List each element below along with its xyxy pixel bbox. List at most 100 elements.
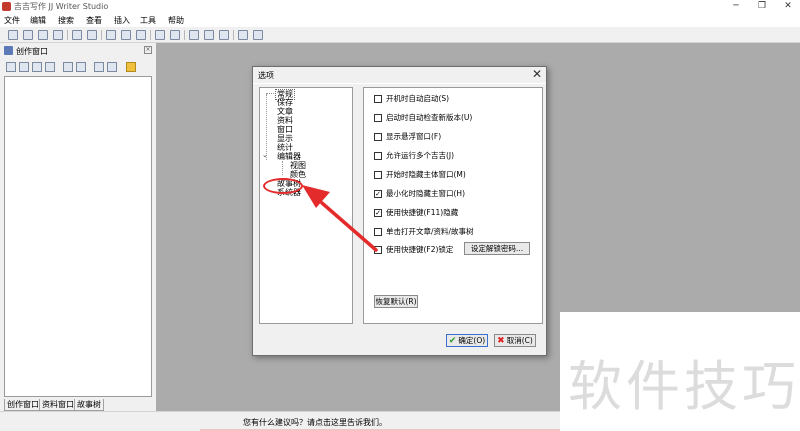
- maximize-button[interactable]: ❐: [748, 0, 776, 13]
- save-all-icon[interactable]: [23, 30, 33, 40]
- dialog-title: 选项: [258, 71, 274, 80]
- properties-icon[interactable]: [63, 62, 73, 72]
- panel-toolbar: [0, 60, 156, 75]
- new-folder-icon[interactable]: [19, 62, 29, 72]
- lock-icon[interactable]: [126, 62, 136, 72]
- hide-on-minimize-checkbox[interactable]: ✓: [374, 190, 382, 198]
- print-icon[interactable]: [38, 30, 48, 40]
- outdent-icon[interactable]: [170, 30, 180, 40]
- option-label: 显示悬浮窗口(F): [386, 132, 442, 141]
- tree-item-display[interactable]: 显示: [277, 134, 293, 143]
- status-bar: 您有什么建议吗？请点击这里告诉我们。: [0, 411, 560, 431]
- close-window-button[interactable]: ✕: [774, 0, 800, 13]
- dialog-title-divider: [253, 83, 546, 84]
- option-label: 使用快捷键(F11)隐藏: [386, 208, 459, 217]
- dialog-close-button[interactable]: ✕: [532, 68, 542, 80]
- toolbar-separator: [184, 30, 185, 40]
- tree-guide-line: [282, 161, 283, 175]
- general-options-panel: 开机时自动启动(S) 启动时自动检查新版本(U) 显示悬浮窗口(F) 允许运行多…: [363, 87, 543, 324]
- delete-icon[interactable]: [45, 62, 55, 72]
- tree-item-statistics[interactable]: 统计: [277, 143, 293, 152]
- cancel-icon: ✖: [497, 336, 505, 346]
- stats-icon[interactable]: [219, 30, 229, 40]
- option-label: 开机时自动启动(S): [386, 94, 450, 103]
- tree-item-editor[interactable]: 编辑器: [277, 152, 301, 161]
- options-category-tree: 常规 保存 文章 资料 窗口 显示 统计 ⌄ 编辑器 视图 颜色 故事树 系统器: [259, 87, 353, 324]
- app-icon: [2, 2, 11, 11]
- menu-edit[interactable]: 编辑: [30, 15, 46, 26]
- f2-lock-checkbox[interactable]: [374, 246, 382, 254]
- tip-icon[interactable]: [253, 30, 263, 40]
- copy-icon[interactable]: [121, 30, 131, 40]
- creation-panel: 创作窗口 × 创作窗口 资料窗口 故事树: [0, 43, 156, 411]
- new-book-icon[interactable]: [6, 62, 16, 72]
- panel-title: 创作窗口: [16, 47, 48, 56]
- panel-close-button[interactable]: ×: [144, 46, 152, 54]
- minimize-button[interactable]: ─: [722, 0, 750, 13]
- cut-icon[interactable]: [106, 30, 116, 40]
- tree-item-window[interactable]: 窗口: [277, 125, 293, 134]
- move-down-icon[interactable]: [107, 62, 117, 72]
- help-icon[interactable]: [238, 30, 248, 40]
- feedback-link[interactable]: 您有什么建议吗？请点击这里告诉我们。: [243, 417, 387, 428]
- restore-default-button[interactable]: 恢复默认(R): [374, 295, 418, 308]
- find-icon[interactable]: [189, 30, 199, 40]
- option-label: 最小化时隐藏主窗口(H): [386, 189, 465, 198]
- menu-view[interactable]: 查看: [86, 15, 102, 26]
- menu-tools[interactable]: 工具: [140, 15, 156, 26]
- tree-item-view[interactable]: 视图: [290, 161, 306, 170]
- ok-button-label: 确定(O): [458, 336, 486, 345]
- tab-material-window[interactable]: 资料窗口: [39, 399, 77, 411]
- watermark-text: 软件技巧: [568, 355, 800, 418]
- floating-window-checkbox[interactable]: [374, 133, 382, 141]
- refresh-icon[interactable]: [76, 62, 86, 72]
- option-label: 使用快捷键(F2)锁定: [386, 245, 454, 254]
- menu-bar: 文件 编辑 搜索 查看 插入 工具 帮助: [0, 13, 800, 27]
- indent-icon[interactable]: [155, 30, 165, 40]
- option-label: 单击打开文章/资料/故事树: [386, 227, 474, 236]
- toolbar-separator: [150, 30, 151, 40]
- undo-icon[interactable]: [72, 30, 82, 40]
- multiple-instances-checkbox[interactable]: [374, 152, 382, 160]
- move-up-icon[interactable]: [94, 62, 104, 72]
- options-dialog: 选项 ✕ 常规 保存 文章 资料 窗口 显示 统计 ⌄ 编辑器 视图 颜色 故事…: [252, 66, 547, 356]
- save-icon[interactable]: [8, 30, 18, 40]
- hide-on-start-checkbox[interactable]: [374, 171, 382, 179]
- option-label: 开始时隐藏主体窗口(M): [386, 170, 466, 179]
- document-tree[interactable]: [4, 76, 152, 397]
- menu-help[interactable]: 帮助: [168, 15, 184, 26]
- menu-insert[interactable]: 插入: [114, 15, 130, 26]
- title-bar: 吉吉写作 JJ Writer Studio ─ ❐ ✕: [0, 0, 800, 13]
- window-title: 吉吉写作 JJ Writer Studio: [14, 2, 109, 11]
- autostart-checkbox[interactable]: [374, 95, 382, 103]
- tab-story-tree[interactable]: 故事树: [74, 399, 104, 411]
- toolbar: [0, 27, 800, 43]
- set-password-button[interactable]: 设定解锁密码...: [464, 242, 530, 255]
- paste-icon[interactable]: [136, 30, 146, 40]
- menu-search[interactable]: 搜索: [58, 15, 74, 26]
- option-label: 启动时自动检查新版本(U): [386, 113, 473, 122]
- tree-item-color[interactable]: 颜色: [290, 170, 306, 179]
- tree-item-material[interactable]: 资料: [277, 116, 293, 125]
- cancel-button[interactable]: ✖ 取消(C): [494, 334, 536, 347]
- redo-icon[interactable]: [87, 30, 97, 40]
- option-label: 允许运行多个吉吉(J): [386, 151, 455, 160]
- menu-file[interactable]: 文件: [4, 15, 20, 26]
- panel-icon: [4, 46, 13, 55]
- tab-creation-window[interactable]: 创作窗口: [4, 399, 42, 411]
- panel-header: 创作窗口 ×: [0, 43, 156, 59]
- preview-icon[interactable]: [53, 30, 63, 40]
- ok-button[interactable]: ✔ 确定(O): [446, 334, 488, 347]
- tree-item-article[interactable]: 文章: [277, 107, 293, 116]
- tree-item-save[interactable]: 保存: [277, 98, 293, 107]
- new-document-icon[interactable]: [32, 62, 42, 72]
- expand-editor-icon[interactable]: ⌄: [262, 151, 268, 159]
- single-click-open-checkbox[interactable]: [374, 228, 382, 236]
- toolbar-separator: [67, 30, 68, 40]
- annotation-circle: [263, 178, 303, 194]
- check-update-checkbox[interactable]: [374, 114, 382, 122]
- toolbar-separator: [101, 30, 102, 40]
- replace-icon[interactable]: [204, 30, 214, 40]
- f11-hide-checkbox[interactable]: ✓: [374, 209, 382, 217]
- watermark: 软件技巧: [560, 312, 800, 431]
